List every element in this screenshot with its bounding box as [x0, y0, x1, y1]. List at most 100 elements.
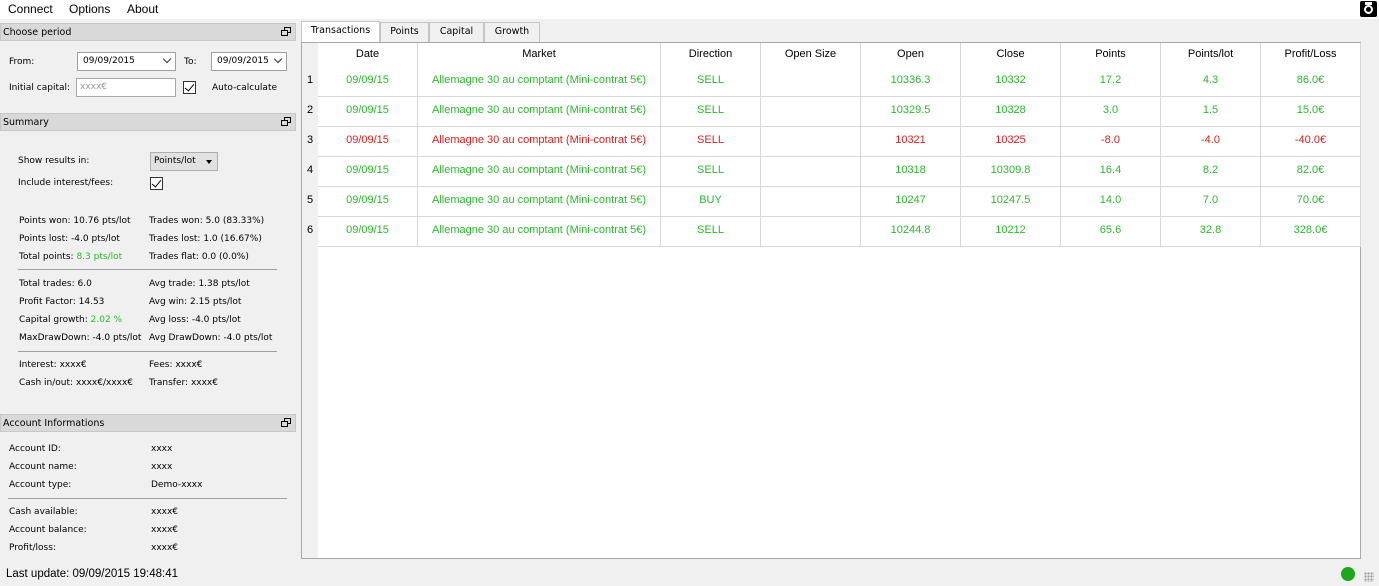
column-header-market[interactable]: Market	[418, 43, 661, 67]
float-window-icon[interactable]	[281, 27, 291, 36]
float-window-icon[interactable]	[281, 117, 291, 126]
auto-calculate-label: Auto-calculate	[212, 83, 278, 93]
table-cell-open[interactable]: 10244.8	[861, 217, 961, 247]
table-cell-profit-loss[interactable]: 86.0€	[1261, 67, 1361, 97]
include-interest-checkbox[interactable]	[150, 177, 163, 190]
tab-capital[interactable]: Capital	[429, 22, 484, 42]
transactions-table[interactable]: Date Market Direction Open Size Open Close Poi…	[301, 42, 1361, 559]
table-cell-open[interactable]: 10329.5	[861, 97, 961, 127]
table-cell-market[interactable]: Allemagne 30 au comptant (Mini-contrat 5…	[418, 97, 661, 127]
table-cell-market[interactable]: Allemagne 30 au comptant (Mini-contrat 5…	[418, 67, 661, 97]
table-cell-open-size[interactable]	[761, 217, 861, 247]
table-cell-direction[interactable]: SELL	[661, 127, 761, 157]
table-cell-market[interactable]: Allemagne 30 au comptant (Mini-contrat 5…	[418, 127, 661, 157]
table-cell-close[interactable]: 10325	[961, 127, 1061, 157]
table-cell-market[interactable]: Allemagne 30 au comptant (Mini-contrat 5…	[418, 217, 661, 247]
table-cell-date[interactable]: 09/09/15	[318, 67, 418, 97]
table-cell-open[interactable]: 10321	[861, 127, 961, 157]
table-cell-profit-loss[interactable]: 82.0€	[1261, 157, 1361, 187]
trades-lost-stat: Trades lost: 1.0 (16.67%)	[149, 234, 262, 244]
table-cell-market[interactable]: Allemagne 30 au comptant (Mini-contrat 5…	[418, 187, 661, 217]
menu-connect[interactable]: Connect	[8, 2, 53, 16]
account-balance-value: xxxx€	[151, 525, 179, 535]
table-cell-close[interactable]: 10309.8	[961, 157, 1061, 187]
from-date-value: 09/09/2015	[83, 56, 135, 66]
account-balance-label: Account balance:	[9, 525, 87, 535]
chevron-down-icon	[162, 54, 172, 64]
column-header-date[interactable]: Date	[318, 43, 418, 67]
table-cell-points-per-lot[interactable]: 7.0	[1161, 187, 1261, 217]
to-date-picker[interactable]: 09/09/2015	[211, 52, 287, 71]
tab-points[interactable]: Points	[380, 22, 429, 42]
float-window-icon[interactable]	[281, 418, 291, 427]
cash-inout-stat: Cash in/out: xxxx€/xxxx€	[19, 378, 134, 388]
table-cell-close[interactable]: 10332	[961, 67, 1061, 97]
table-cell-points-per-lot[interactable]: 8.2	[1161, 157, 1261, 187]
table-cell-profit-loss[interactable]: -40.0€	[1261, 127, 1361, 157]
table-cell-points[interactable]: 17.2	[1061, 67, 1161, 97]
column-header-direction[interactable]: Direction	[661, 43, 761, 67]
account-info-header: Account Informations	[0, 414, 296, 432]
menu-options[interactable]: Options	[69, 2, 110, 16]
table-cell-open[interactable]: 10318	[861, 157, 961, 187]
table-cell-date[interactable]: 09/09/15	[318, 187, 418, 217]
table-cell-market[interactable]: Allemagne 30 au comptant (Mini-contrat 5…	[418, 157, 661, 187]
table-cell-open-size[interactable]	[761, 97, 861, 127]
table-cell-points[interactable]: 3.0	[1061, 97, 1161, 127]
choose-period-title: Choose period	[3, 27, 72, 38]
row-number[interactable]: 2	[302, 97, 318, 127]
table-cell-date[interactable]: 09/09/15	[318, 157, 418, 187]
table-cell-profit-loss[interactable]: 15.0€	[1261, 97, 1361, 127]
row-number[interactable]: 3	[302, 127, 318, 157]
table-cell-points-per-lot[interactable]: 32.8	[1161, 217, 1261, 247]
table-cell-close[interactable]: 10328	[961, 97, 1061, 127]
initial-capital-input[interactable]: xxxx€	[76, 78, 176, 97]
table-cell-direction[interactable]: SELL	[661, 97, 761, 127]
column-header-points[interactable]: Points	[1061, 43, 1161, 67]
table-cell-open[interactable]: 10336.3	[861, 67, 961, 97]
table-cell-open-size[interactable]	[761, 187, 861, 217]
choose-period-header: Choose period	[0, 23, 296, 41]
table-cell-points-per-lot[interactable]: 1.5	[1161, 97, 1261, 127]
table-cell-date[interactable]: 09/09/15	[318, 217, 418, 247]
table-cell-points-per-lot[interactable]: -4.0	[1161, 127, 1261, 157]
table-cell-points[interactable]: 16.4	[1061, 157, 1161, 187]
table-cell-open[interactable]: 10247	[861, 187, 961, 217]
from-date-picker[interactable]: 09/09/2015	[77, 52, 176, 71]
table-cell-open-size[interactable]	[761, 157, 861, 187]
table-cell-profit-loss[interactable]: 328.0€	[1261, 217, 1361, 247]
table-cell-direction[interactable]: SELL	[661, 67, 761, 97]
table-cell-profit-loss[interactable]: 70.0€	[1261, 187, 1361, 217]
column-header-profit-loss[interactable]: Profit/Loss	[1261, 43, 1361, 67]
camera-icon[interactable]	[1360, 1, 1377, 17]
column-header-open[interactable]: Open	[861, 43, 961, 67]
menu-about[interactable]: About	[127, 2, 158, 16]
table-cell-open-size[interactable]	[761, 127, 861, 157]
row-number[interactable]: 1	[302, 67, 318, 97]
table-cell-direction[interactable]: SELL	[661, 157, 761, 187]
row-number[interactable]: 4	[302, 157, 318, 187]
table-cell-date[interactable]: 09/09/15	[318, 97, 418, 127]
row-number[interactable]: 5	[302, 187, 318, 217]
table-cell-close[interactable]: 10212	[961, 217, 1061, 247]
column-header-close[interactable]: Close	[961, 43, 1061, 67]
auto-calculate-checkbox[interactable]	[183, 81, 196, 94]
profit-loss-value: xxxx€	[151, 543, 179, 553]
table-cell-direction[interactable]: SELL	[661, 217, 761, 247]
tab-transactions[interactable]: Transactions	[301, 21, 380, 42]
column-header-open-size[interactable]: Open Size	[761, 43, 861, 67]
resize-grip-icon[interactable]	[1364, 572, 1374, 582]
tab-growth[interactable]: Growth	[484, 22, 540, 42]
table-cell-date[interactable]: 09/09/15	[318, 127, 418, 157]
avg-drawdown-stat: Avg DrawDown: -4.0 pts/lot	[149, 333, 273, 343]
table-cell-points-per-lot[interactable]: 4.3	[1161, 67, 1261, 97]
table-cell-points[interactable]: 65.6	[1061, 217, 1161, 247]
table-cell-points[interactable]: 14.0	[1061, 187, 1161, 217]
row-number[interactable]: 6	[302, 217, 318, 247]
table-cell-direction[interactable]: BUY	[661, 187, 761, 217]
table-cell-points[interactable]: -8.0	[1061, 127, 1161, 157]
column-header-points-per-lot[interactable]: Points/lot	[1161, 43, 1261, 67]
show-results-select[interactable]: Points/lot	[150, 152, 218, 171]
table-cell-close[interactable]: 10247.5	[961, 187, 1061, 217]
table-cell-open-size[interactable]	[761, 67, 861, 97]
